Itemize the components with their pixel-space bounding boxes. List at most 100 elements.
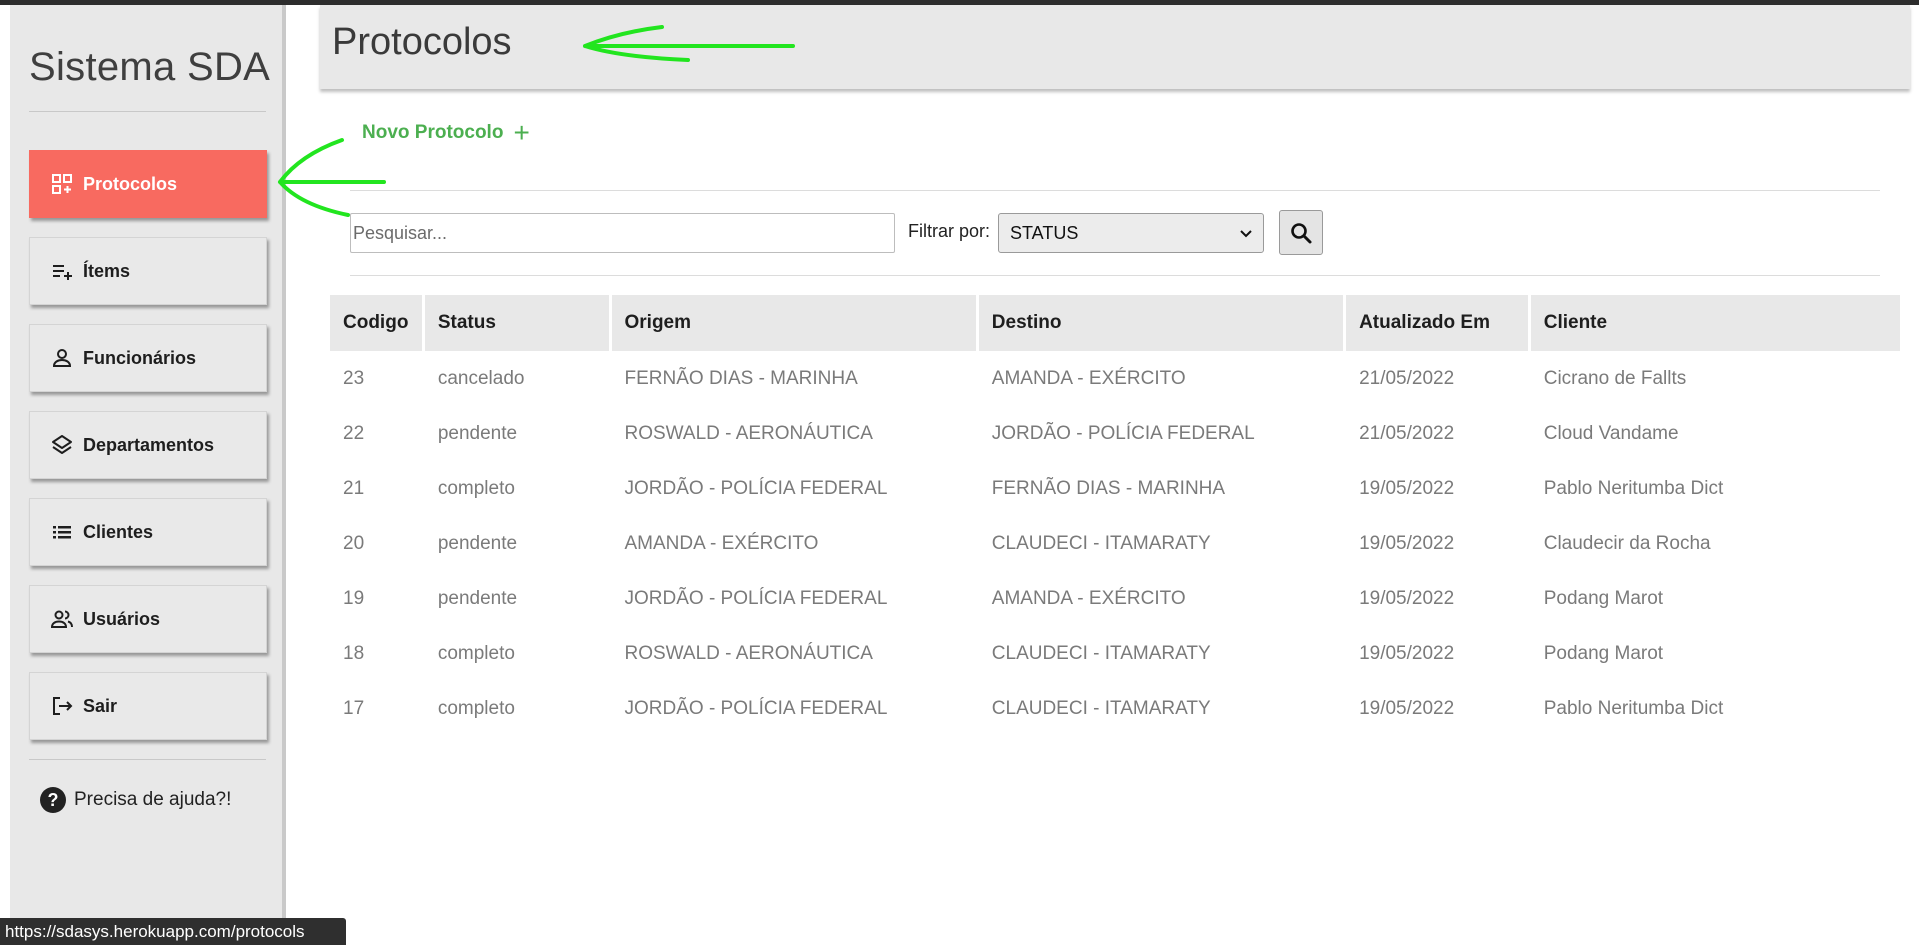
cell-codigo: 22 <box>343 422 365 444</box>
cell-cliente: Podang Marot <box>1543 587 1664 609</box>
cell-cliente: Pablo Neritumba Dict <box>1543 477 1724 499</box>
cell-atualizado-em: 21/05/2022 <box>1359 367 1455 389</box>
filter-label: Filtrar por: <box>908 221 991 241</box>
table-header: Codigo Status Origem Destino Atualizado … <box>330 295 1900 351</box>
table-row[interactable]: 20 pendente AMANDA - EXÉRCITO CLAUDECI - IT… <box>330 516 1900 571</box>
column-header-codigo[interactable]: Codigo <box>330 295 422 351</box>
cell-origem: ROSWALD - AERONÁUTICA <box>624 422 873 444</box>
table-row[interactable]: 22 pendente ROSWALD - AERONÁUTICA JORDÃO - … <box>330 406 1900 461</box>
brand-divider <box>29 111 266 112</box>
sidebar-item-items[interactable]: Ítems <box>29 237 267 305</box>
sidebar-item-label: Sair <box>83 695 118 716</box>
sidebar: Sistema SDA Protocolos Ítems Funcionário… <box>10 5 286 945</box>
table-row[interactable]: 18 completo ROSWALD - AERONÁUTICA CLAUDECI … <box>330 626 1900 681</box>
annotation-arrow-nav <box>278 138 386 217</box>
brand-title: Sistema SDA <box>29 45 271 89</box>
help-link[interactable]: ? Precisa de ajuda?! <box>40 787 231 813</box>
search-button[interactable] <box>1279 210 1323 255</box>
cell-atualizado-em: 19/05/2022 <box>1359 642 1455 664</box>
filter-select[interactable]: STATUS <box>998 213 1264 253</box>
cell-status: pendente <box>437 422 518 444</box>
column-header-destino[interactable]: Destino <box>978 295 1344 351</box>
sidebar-item-label: Ítems <box>83 260 131 281</box>
cell-atualizado-em: 21/05/2022 <box>1359 422 1455 444</box>
divider <box>350 190 1880 191</box>
cell-atualizado-em: 19/05/2022 <box>1359 532 1455 554</box>
cell-destino: FERNÃO DIAS - MARINHA <box>991 477 1226 499</box>
cell-origem: FERNÃO DIAS - MARINHA <box>624 367 858 389</box>
page-header: Protocolos <box>320 5 1910 89</box>
sidebar-item-label: Clientes <box>83 521 154 542</box>
table-row[interactable]: 21 completo JORDÃO - POLÍCIA FEDERAL FERNÃO… <box>330 461 1900 516</box>
people-icon <box>49 606 75 632</box>
sidebar-item-funcionarios[interactable]: Funcionários <box>29 324 267 392</box>
cell-status: completo <box>437 477 515 499</box>
sidebar-item-label: Funcionários <box>83 347 197 368</box>
sidebar-item-usuarios[interactable]: Usuários <box>29 585 267 653</box>
sidebar-item-sair[interactable]: Sair <box>29 672 267 740</box>
sidebar-item-clientes[interactable]: Clientes <box>29 498 267 566</box>
filter-select-value: STATUS <box>1010 222 1079 243</box>
cell-origem: AMANDA - EXÉRCITO <box>624 532 819 554</box>
cell-destino: CLAUDECI - ITAMARATY <box>991 642 1211 664</box>
logout-icon <box>49 693 75 719</box>
cell-destino: AMANDA - EXÉRCITO <box>991 367 1186 389</box>
chevron-down-icon <box>1240 230 1252 238</box>
cell-status: completo <box>437 697 515 719</box>
cell-codigo: 17 <box>343 697 365 719</box>
sidebar-item-protocolos[interactable]: Protocolos <box>29 150 267 218</box>
table-row[interactable]: 17 completo JORDÃO - POLÍCIA FEDERAL CLAUDE… <box>330 681 1900 736</box>
dashboard-add-icon <box>49 171 75 197</box>
divider <box>350 275 1880 276</box>
help-label: Precisa de ajuda?! <box>74 789 232 810</box>
cell-cliente: Podang Marot <box>1543 642 1664 664</box>
cell-codigo: 19 <box>343 587 365 609</box>
new-protocol-label: Novo Protocolo <box>362 122 504 143</box>
sidebar-divider <box>29 759 266 760</box>
plus-icon: + <box>513 117 530 148</box>
cell-codigo: 23 <box>343 367 365 389</box>
person-icon <box>49 345 75 371</box>
link-status-bar: https://sdasys.herokuapp.com/protocols <box>0 918 346 945</box>
cell-destino: CLAUDECI - ITAMARATY <box>991 532 1211 554</box>
sidebar-item-label: Usuários <box>83 608 161 629</box>
cell-origem: ROSWALD - AERONÁUTICA <box>624 642 873 664</box>
search-input[interactable] <box>350 213 895 253</box>
column-header-cliente[interactable]: Cliente <box>1530 295 1900 351</box>
column-header-status[interactable]: Status <box>424 295 609 351</box>
table-row[interactable]: 19 pendente JORDÃO - POLÍCIA FEDERAL AMANDA… <box>330 571 1900 626</box>
help-icon: ? <box>40 787 66 813</box>
cell-codigo: 20 <box>343 532 365 554</box>
column-header-origem[interactable]: Origem <box>611 295 976 351</box>
cell-codigo: 18 <box>343 642 365 664</box>
new-protocol-button[interactable]: Novo Protocolo + <box>362 117 530 148</box>
cell-destino: AMANDA - EXÉRCITO <box>991 587 1186 609</box>
cell-cliente: Cloud Vandame <box>1543 422 1679 444</box>
cell-cliente: Pablo Neritumba Dict <box>1543 697 1724 719</box>
sidebar-item-label: Departamentos <box>83 434 215 455</box>
cell-status: cancelado <box>437 367 525 389</box>
layers-icon <box>49 432 75 458</box>
sidebar-item-label: Protocolos <box>83 173 178 194</box>
cell-status: pendente <box>437 587 518 609</box>
cell-destino: JORDÃO - POLÍCIA FEDERAL <box>991 422 1255 444</box>
column-header-atualizado-em[interactable]: Atualizado Em <box>1346 295 1528 351</box>
cell-origem: JORDÃO - POLÍCIA FEDERAL <box>624 477 888 499</box>
cell-codigo: 21 <box>343 477 365 499</box>
cell-status: completo <box>437 642 515 664</box>
sidebar-item-departamentos[interactable]: Departamentos <box>29 411 267 479</box>
protocols-table: Codigo Status Origem Destino Atualizado … <box>330 295 1900 736</box>
playlist-add-icon <box>49 258 75 284</box>
table-body: 23 cancelado FERNÃO DIAS - MARINHA AMANDA -… <box>330 351 1900 736</box>
list-icon <box>49 519 75 545</box>
cell-status: pendente <box>437 532 518 554</box>
table-row[interactable]: 23 cancelado FERNÃO DIAS - MARINHA AMANDA -… <box>330 351 1900 406</box>
cell-atualizado-em: 19/05/2022 <box>1359 587 1455 609</box>
cell-cliente: Cicrano de Fallts <box>1543 367 1687 389</box>
cell-origem: JORDÃO - POLÍCIA FEDERAL <box>624 697 888 719</box>
cell-origem: JORDÃO - POLÍCIA FEDERAL <box>624 587 888 609</box>
cell-destino: CLAUDECI - ITAMARATY <box>991 697 1211 719</box>
cell-atualizado-em: 19/05/2022 <box>1359 477 1455 499</box>
cell-atualizado-em: 19/05/2022 <box>1359 697 1455 719</box>
search-icon <box>1291 222 1312 243</box>
